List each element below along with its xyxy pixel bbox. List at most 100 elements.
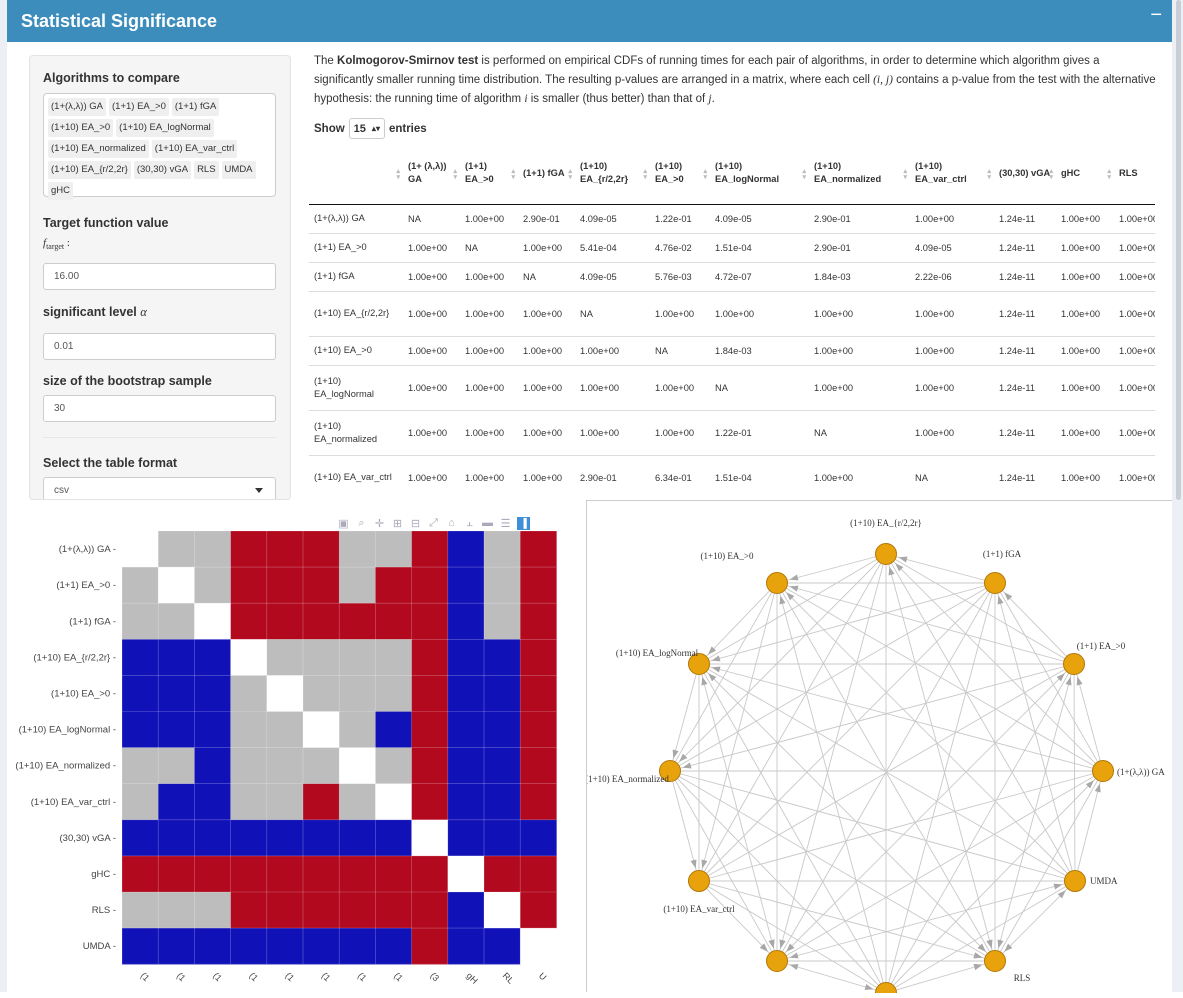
pan-icon[interactable]: ✛ [373, 517, 386, 530]
target-value-input[interactable]: 16.00 [43, 263, 276, 290]
heatmap-cell[interactable] [411, 567, 449, 604]
zoom-in-icon[interactable]: ⊞ [391, 517, 404, 530]
heatmap-cell[interactable] [447, 928, 485, 965]
heatmap-cell[interactable] [158, 747, 195, 785]
heatmap-cell[interactable] [194, 819, 231, 857]
heatmap-cell[interactable] [447, 603, 485, 640]
heatmap-cell[interactable] [375, 603, 412, 640]
heatmap-cell[interactable] [230, 675, 268, 712]
heatmap-cell[interactable] [375, 531, 412, 568]
graph-node[interactable] [984, 572, 1006, 594]
heatmap-cell[interactable] [411, 892, 449, 929]
heatmap-cell[interactable] [375, 675, 412, 712]
heatmap-cell[interactable] [158, 531, 195, 568]
heatmap-cell[interactable] [447, 639, 485, 676]
heatmap-cell[interactable] [194, 747, 231, 785]
heatmap-cell[interactable] [520, 819, 557, 857]
heatmap-cell[interactable] [194, 675, 231, 712]
graph-node[interactable] [875, 982, 897, 998]
column-header[interactable]: (1+1) fGA ▴ ▾ [518, 143, 575, 205]
heatmap-cell[interactable] [230, 531, 268, 568]
heatmap-cell[interactable] [122, 819, 159, 857]
column-header[interactable]: (30,30) vGA ▴ ▾ [994, 143, 1056, 205]
graph-node[interactable] [1064, 870, 1086, 892]
heatmap-cell[interactable] [158, 892, 195, 929]
zoom-icon[interactable]: ⌕ [355, 517, 368, 530]
heatmap-cell[interactable] [230, 928, 268, 965]
heatmap-cell[interactable] [266, 567, 304, 604]
heatmap-cell[interactable] [158, 928, 195, 965]
heatmap-cell[interactable] [411, 675, 449, 712]
heatmap-cell[interactable] [447, 783, 485, 821]
heatmap-cell[interactable] [230, 892, 268, 929]
heatmap-cell[interactable] [520, 747, 557, 785]
heatmap-cell[interactable] [339, 783, 376, 821]
heatmap-cell[interactable] [158, 603, 195, 640]
algorithm-chip[interactable]: UMDA [221, 161, 256, 179]
heatmap-cell[interactable] [339, 892, 376, 929]
heatmap-cell[interactable] [520, 892, 557, 929]
heatmap-cell[interactable] [303, 747, 340, 785]
pvalue-table-container[interactable]: ▴ ▾ (1+ (λ,λ)) GA ▴ ▾ (1+1) EA_>0 ▴ ▾ (1+1) fGA ▴… [309, 143, 1155, 500]
heatmap-cell[interactable] [122, 711, 159, 749]
graph-node[interactable] [766, 950, 788, 972]
heatmap-cell[interactable] [158, 855, 195, 893]
heatmap-cell[interactable] [303, 711, 340, 749]
algorithm-chip[interactable]: (1+10) EA_var_ctrl [151, 140, 238, 158]
heatmap-cell[interactable] [266, 711, 304, 749]
graph-node[interactable] [688, 870, 710, 892]
bootstrap-input[interactable]: 30 [43, 395, 276, 422]
heatmap-cell[interactable] [484, 819, 521, 857]
heatmap-cell[interactable] [266, 675, 304, 712]
heatmap-cell[interactable] [158, 675, 195, 712]
heatmap-cell[interactable] [520, 675, 557, 712]
heatmap-cell[interactable] [122, 747, 159, 785]
heatmap-cell[interactable] [484, 675, 521, 712]
heatmap-cell[interactable] [194, 928, 231, 965]
algorithm-chip[interactable]: (1+10) EA_>0 [48, 119, 114, 137]
heatmap-cell[interactable] [339, 603, 376, 640]
algorithm-chip[interactable]: gHC [48, 182, 74, 200]
heatmap-cell[interactable] [122, 892, 159, 929]
heatmap-cell[interactable] [230, 747, 268, 785]
heatmap-cell[interactable] [339, 819, 376, 857]
heatmap-cell[interactable] [339, 531, 376, 568]
heatmap-cell[interactable] [122, 928, 159, 965]
heatmap-cell[interactable] [230, 639, 268, 676]
heatmap-cell[interactable] [230, 855, 268, 893]
heatmap-cell[interactable] [122, 603, 159, 640]
heatmap-cell[interactable] [158, 639, 195, 676]
heatmap-cell[interactable] [447, 819, 485, 857]
plotly-logo-icon[interactable]: ▐ [517, 516, 530, 530]
heatmap-cell[interactable] [339, 639, 376, 676]
heatmap-cell[interactable] [303, 928, 340, 965]
heatmap-cell[interactable] [484, 855, 521, 893]
heatmap-cell[interactable] [375, 747, 412, 785]
heatmap-cell[interactable] [375, 892, 412, 929]
column-header[interactable]: (1+10) EA_{r/2,2r} ▴ ▾ [575, 143, 650, 205]
heatmap-cell[interactable] [375, 711, 412, 749]
heatmap-cell[interactable] [266, 928, 304, 965]
algorithm-chip[interactable]: (1+10) EA_{r/2,2r} [48, 161, 131, 179]
heatmap-cell[interactable] [375, 567, 412, 604]
heatmap-cell[interactable] [266, 783, 304, 821]
heatmap-cell[interactable] [375, 855, 412, 893]
heatmap-cell[interactable] [230, 783, 268, 821]
heatmap-cell[interactable] [411, 855, 449, 893]
algorithm-chip[interactable]: (1+10) EA_normalized [48, 140, 149, 158]
heatmap-cell[interactable] [194, 567, 231, 604]
heatmap-cell[interactable] [122, 675, 159, 712]
heatmap-cell[interactable] [411, 783, 449, 821]
heatmap-cell[interactable] [303, 567, 340, 604]
heatmap-cell[interactable] [484, 567, 521, 604]
heatmap-cell[interactable] [303, 531, 340, 568]
heatmap-cell[interactable] [484, 603, 521, 640]
column-header[interactable]: (1+10) EA_normalized ▴ ▾ [809, 143, 910, 205]
algorithms-multiselect[interactable]: (1+(λ,λ)) GA (1+1) EA_>0 (1+1) fGA (1+10) E… [43, 93, 276, 200]
heatmap-cell[interactable] [158, 783, 195, 821]
heatmap-cell[interactable] [230, 567, 268, 604]
heatmap-cell[interactable] [484, 531, 521, 568]
autoscale-icon[interactable]: ⤢ [427, 517, 440, 530]
graph-node[interactable] [766, 572, 788, 594]
heatmap-cell[interactable] [411, 711, 449, 749]
